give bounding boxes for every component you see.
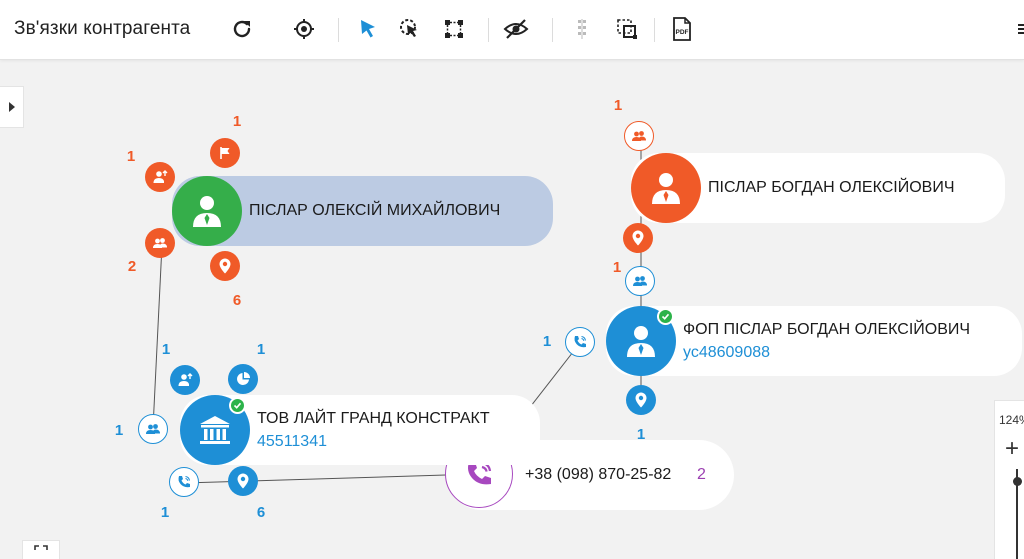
- group-icon: [632, 131, 646, 141]
- location-node[interactable]: [210, 251, 240, 281]
- phone-icon: [574, 335, 587, 348]
- group-icon: [153, 238, 167, 248]
- group-icon: [633, 276, 647, 286]
- group-node[interactable]: [625, 266, 655, 296]
- zoom-in-button[interactable]: +: [1005, 437, 1019, 461]
- bank-building-icon: [200, 416, 230, 444]
- location-node[interactable]: [228, 466, 258, 496]
- flag-icon: [220, 147, 230, 159]
- person-icon: [652, 173, 680, 204]
- entity-name: ПІСЛАР БОГДАН ОЛЕКСІЙОВИЧ: [708, 179, 955, 196]
- person-icon: [193, 196, 221, 227]
- verified-check-icon: [229, 397, 246, 414]
- location-pin-icon: [632, 230, 644, 246]
- count-badge: 1: [612, 259, 622, 276]
- count-badge: 1: [114, 422, 124, 439]
- person-up-node[interactable]: [145, 162, 175, 192]
- person-up-icon: [153, 170, 168, 183]
- count-badge: 1: [160, 504, 170, 521]
- count-badge: 1: [126, 148, 136, 165]
- entity-name: ФОП ПІСЛАР БОГДАН ОЛЕКСІЙОВИЧ: [683, 320, 971, 338]
- verified-check-icon: [657, 308, 674, 325]
- phone-node[interactable]: [169, 467, 199, 497]
- count-badge: 6: [256, 504, 266, 521]
- phone-icon: [178, 475, 191, 488]
- person-node-oleksiy[interactable]: [172, 176, 242, 246]
- count-badge: 1: [161, 341, 171, 358]
- entity-name: ПІСЛАР ОЛЕКСІЙ МИХАЙЛОВИЧ: [249, 202, 501, 219]
- count-badge: 1: [256, 341, 266, 358]
- person-up-node[interactable]: [170, 365, 200, 395]
- count-badge: 1: [232, 113, 242, 130]
- phone-connection-count: 2: [697, 466, 706, 483]
- zoom-slider-thumb[interactable]: [1013, 477, 1022, 486]
- group-node[interactable]: [145, 228, 175, 258]
- group-node[interactable]: [624, 121, 654, 151]
- location-pin-icon: [237, 473, 249, 489]
- zoom-level: 124%: [999, 413, 1024, 427]
- person-icon: [627, 326, 655, 357]
- person-up-icon: [178, 373, 193, 386]
- zoom-panel: 124% + −: [994, 400, 1024, 559]
- location-node[interactable]: [623, 223, 653, 253]
- person-node-bohdan[interactable]: [631, 153, 701, 223]
- location-pin-icon: [635, 392, 647, 408]
- pie-chart-icon: [237, 372, 250, 385]
- location-pin-icon: [219, 258, 231, 274]
- entity-name: ТОВ ЛАЙТ ГРАНД КОНСТРАКТ: [257, 409, 490, 427]
- edge-oleksiy-company: [152, 244, 163, 429]
- zoom-out-button[interactable]: −: [1008, 551, 1022, 559]
- count-badge: 2: [127, 258, 137, 275]
- flag-node[interactable]: [210, 138, 240, 168]
- graph-canvas[interactable]: ПІСЛАР ОЛЕКСІЙ МИХАЙЛОВИЧ 1 1 2 6 ПІСЛАР…: [0, 0, 1024, 559]
- phone-number: +38 (098) 870-25-82: [525, 466, 672, 483]
- phone-node[interactable]: [565, 327, 595, 357]
- location-node[interactable]: [626, 385, 656, 415]
- entity-code-link[interactable]: 45511341: [257, 433, 540, 451]
- entity-code-link[interactable]: ус48609088: [683, 344, 1022, 362]
- group-icon: [146, 424, 160, 434]
- count-badge: 1: [613, 97, 623, 114]
- count-badge: 6: [232, 292, 242, 309]
- group-node[interactable]: [138, 414, 168, 444]
- pie-chart-node[interactable]: [228, 364, 258, 394]
- count-badge: 1: [542, 333, 552, 350]
